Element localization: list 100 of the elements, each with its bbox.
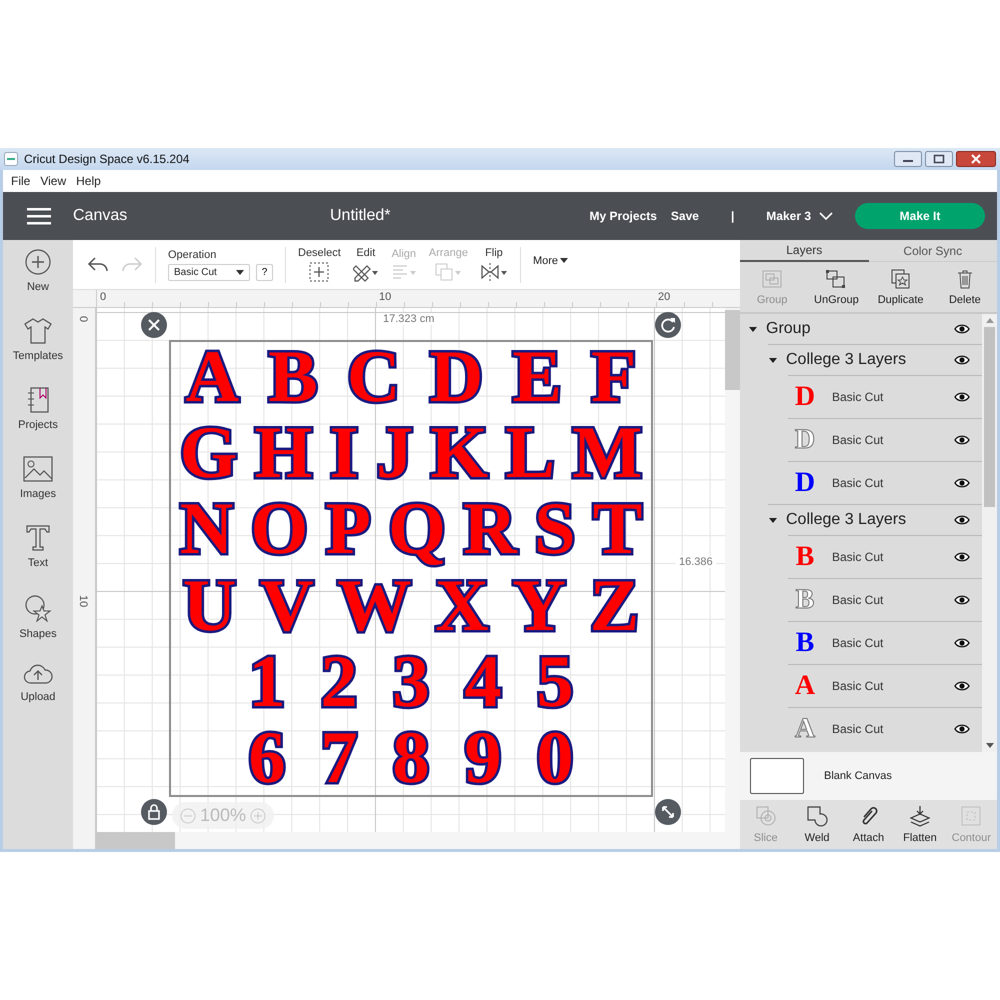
help-button[interactable]: ?: [256, 264, 273, 280]
letter-glyph[interactable]: 7: [320, 722, 358, 793]
letter-glyph[interactable]: 9: [464, 722, 502, 793]
letter-glyph[interactable]: D: [430, 342, 484, 412]
horizontal-scrollbar[interactable]: [96, 832, 725, 849]
action-label[interactable]: Attach: [852, 832, 884, 844]
letter-glyph[interactable]: X: [435, 570, 489, 641]
machine-selector[interactable]: Maker 3: [766, 209, 811, 223]
rotate-icon[interactable]: [655, 312, 681, 338]
eye-icon[interactable]: [954, 515, 970, 525]
eye-icon[interactable]: [954, 595, 970, 605]
undo-icon[interactable]: [87, 256, 109, 274]
letter-glyph[interactable]: T: [592, 494, 642, 564]
letter-glyph[interactable]: N: [180, 494, 234, 564]
action-label[interactable]: Duplicate: [878, 294, 924, 306]
resize-icon[interactable]: [655, 799, 681, 825]
chevron-down-icon[interactable]: [819, 212, 833, 220]
layer-group-name[interactable]: College 3 Layers: [786, 511, 906, 529]
eye-icon[interactable]: [954, 324, 970, 334]
letter-glyph[interactable]: G: [180, 418, 238, 488]
cloud-upload-icon[interactable]: [22, 663, 53, 685]
minimize-icon[interactable]: [894, 151, 922, 167]
plus-circle-icon[interactable]: [25, 249, 51, 275]
letter-glyph[interactable]: E: [512, 342, 562, 412]
make-it-button[interactable]: Make It: [855, 203, 985, 229]
ungroup-icon[interactable]: [825, 268, 848, 288]
layer-name[interactable]: Basic Cut: [832, 636, 884, 650]
letter-glyph[interactable]: A: [186, 342, 240, 412]
letter-glyph[interactable]: F: [591, 342, 636, 412]
menu-icon[interactable]: [27, 207, 51, 225]
letter-glyph[interactable]: J: [376, 418, 414, 488]
layer-name[interactable]: Basic Cut: [832, 476, 884, 490]
eye-icon[interactable]: [954, 681, 970, 691]
menu-item[interactable]: File: [11, 174, 30, 188]
caret-icon[interactable]: [768, 355, 778, 365]
letter-glyph[interactable]: 5: [536, 646, 574, 717]
letter-glyph[interactable]: R: [463, 494, 517, 564]
blank-canvas-label[interactable]: Blank Canvas: [824, 770, 892, 782]
action-label[interactable]: Flatten: [903, 832, 937, 844]
lock-icon[interactable]: [141, 799, 167, 825]
tool-label[interactable]: Deselect: [298, 247, 341, 259]
menu-item[interactable]: Help: [76, 174, 101, 188]
sidebar-label[interactable]: Images: [20, 488, 56, 500]
selection-box[interactable]: A B C D E F G H I J K L M N O P Q R S T U V W X Y Z 1 2 3 4 5 6 7 8 9 0: [169, 340, 653, 797]
letter-glyph[interactable]: Z: [590, 570, 640, 641]
letter-glyph[interactable]: I: [330, 418, 359, 488]
letter-glyph[interactable]: 2: [320, 646, 358, 717]
close-icon[interactable]: [956, 151, 996, 167]
letter-glyph[interactable]: K: [430, 418, 488, 488]
tool-label[interactable]: Edit: [356, 247, 376, 259]
letter-glyph[interactable]: 4: [464, 646, 502, 717]
scroll-down-icon[interactable]: [986, 743, 994, 748]
close-icon[interactable]: [141, 312, 167, 338]
action-label[interactable]: Delete: [948, 294, 981, 306]
letter-glyph[interactable]: L: [506, 418, 555, 488]
text-tool-icon[interactable]: [26, 525, 50, 551]
more-menu[interactable]: More: [532, 254, 558, 266]
letter-glyph[interactable]: C: [347, 342, 400, 412]
shirt-icon[interactable]: [24, 318, 52, 344]
vertical-scrollbar[interactable]: [725, 308, 740, 849]
letter-glyph[interactable]: M: [572, 418, 642, 488]
maximize-icon[interactable]: [925, 151, 953, 167]
layers-scrollbar[interactable]: [982, 314, 997, 752]
layer-group-name[interactable]: Group: [766, 320, 810, 338]
deselect-icon[interactable]: [309, 262, 330, 282]
layer-name[interactable]: Basic Cut: [832, 593, 884, 607]
letter-glyph[interactable]: S: [534, 494, 576, 564]
letter-glyph[interactable]: 1: [248, 646, 286, 717]
weld-icon[interactable]: [806, 805, 828, 827]
panel-tab[interactable]: Layers: [740, 240, 868, 262]
letter-glyph[interactable]: P: [326, 494, 371, 564]
eye-icon[interactable]: [954, 638, 970, 648]
action-label[interactable]: Weld: [804, 832, 830, 844]
eye-icon[interactable]: [954, 724, 970, 734]
letter-glyph[interactable]: B: [268, 342, 318, 412]
letter-glyph[interactable]: 0: [536, 722, 574, 793]
eye-icon[interactable]: [954, 355, 970, 365]
letter-glyph[interactable]: V: [260, 570, 314, 641]
flip-icon[interactable]: [480, 262, 508, 282]
letter-glyph[interactable]: U: [182, 570, 236, 641]
sidebar-label[interactable]: Projects: [18, 419, 58, 431]
action-label[interactable]: UnGroup: [814, 294, 859, 306]
letter-glyph[interactable]: 6: [248, 722, 286, 793]
letter-glyph[interactable]: 8: [392, 722, 430, 793]
layer-name[interactable]: Basic Cut: [832, 390, 884, 404]
operation-dropdown[interactable]: Basic Cut: [168, 264, 250, 280]
panel-tab[interactable]: Color Sync: [868, 240, 997, 262]
eye-icon[interactable]: [954, 552, 970, 562]
duplicate-icon[interactable]: [890, 268, 912, 288]
header-link[interactable]: Save: [670, 209, 699, 223]
letter-glyph[interactable]: 3: [392, 646, 430, 717]
sidebar-label[interactable]: Shapes: [19, 628, 57, 640]
letter-glyph[interactable]: O: [250, 494, 308, 564]
eye-icon[interactable]: [954, 392, 970, 402]
canvas-swatch[interactable]: [750, 758, 804, 794]
tool-label[interactable]: Flip: [485, 247, 503, 259]
header-link[interactable]: My Projects: [590, 209, 657, 223]
layer-name[interactable]: Basic Cut: [832, 679, 884, 693]
sidebar-label[interactable]: New: [26, 281, 49, 293]
sidebar-label[interactable]: Text: [28, 557, 48, 569]
